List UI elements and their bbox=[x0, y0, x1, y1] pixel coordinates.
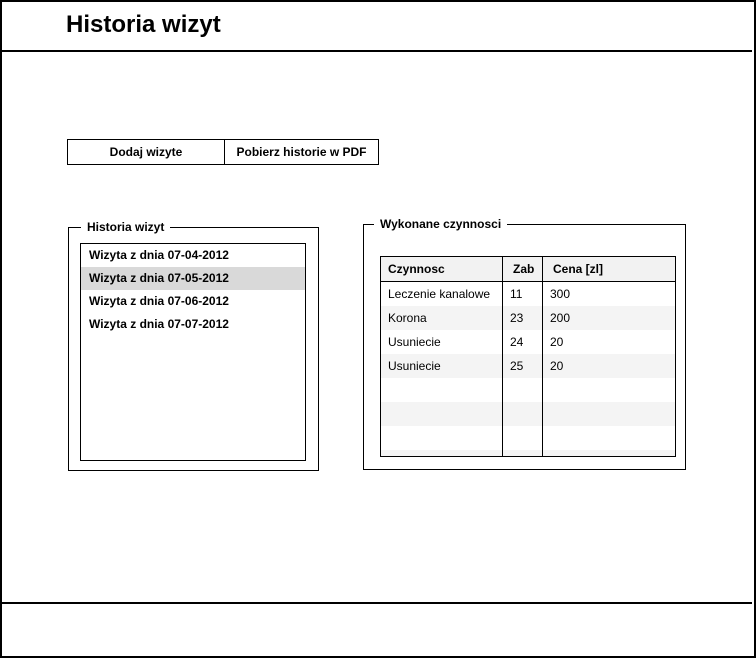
cell-tooth: 25 bbox=[503, 354, 543, 378]
table-row[interactable]: Usuniecie 25 20 bbox=[381, 354, 675, 378]
cell-tooth: 23 bbox=[503, 306, 543, 330]
list-item[interactable]: Wizyta z dnia 07-04-2012 bbox=[81, 244, 305, 267]
cell-procedure: Usuniecie bbox=[381, 330, 503, 354]
column-header-price[interactable]: Cena [zl] bbox=[543, 257, 675, 281]
table-header: Czynnosc Zab Cena [zl] bbox=[381, 257, 675, 282]
page-title: Historia wizyt bbox=[66, 11, 221, 38]
visit-history-list[interactable]: Wizyta z dnia 07-04-2012 Wizyta z dnia 0… bbox=[80, 243, 306, 461]
list-item[interactable]: Wizyta z dnia 07-07-2012 bbox=[81, 313, 305, 336]
page-header: Historia wizyt bbox=[2, 2, 752, 52]
table-row-empty[interactable] bbox=[381, 402, 675, 426]
list-item[interactable]: Wizyta z dnia 07-06-2012 bbox=[81, 290, 305, 313]
table-row-empty[interactable] bbox=[381, 426, 675, 450]
table-row-empty[interactable] bbox=[381, 450, 675, 456]
add-visit-button[interactable]: Dodaj wizyte bbox=[68, 140, 225, 164]
cell-procedure: Leczenie kanalowe bbox=[381, 282, 503, 306]
procedures-title: Wykonane czynnosci bbox=[374, 217, 508, 231]
cell-price: 20 bbox=[550, 359, 564, 373]
visit-history-title: Historia wizyt bbox=[81, 220, 171, 234]
action-toolbar: Dodaj wizyte Pobierz historie w PDF bbox=[67, 139, 379, 165]
list-item[interactable]: Wizyta z dnia 07-05-2012 bbox=[81, 267, 305, 290]
table-row[interactable]: Korona 23 200 bbox=[381, 306, 675, 330]
cell-procedure: Korona bbox=[381, 306, 503, 330]
cell-procedure: Usuniecie bbox=[381, 354, 503, 378]
download-pdf-button[interactable]: Pobierz historie w PDF bbox=[225, 140, 378, 164]
table-row-empty[interactable] bbox=[381, 378, 675, 402]
cell-price: 20 bbox=[550, 335, 564, 349]
page-footer bbox=[2, 602, 752, 656]
column-header-tooth[interactable]: Zab bbox=[503, 257, 543, 281]
cell-price: 200 bbox=[550, 311, 571, 325]
table-row[interactable]: Leczenie kanalowe 11 300 bbox=[381, 282, 675, 306]
cell-price: 300 bbox=[550, 287, 571, 301]
procedures-table: Czynnosc Zab Cena [zl] Leczenie kanalowe… bbox=[380, 256, 676, 457]
cell-tooth: 11 bbox=[503, 282, 543, 306]
cell-tooth: 24 bbox=[503, 330, 543, 354]
table-row[interactable]: Usuniecie 24 20 bbox=[381, 330, 675, 354]
column-header-procedure[interactable]: Czynnosc bbox=[381, 257, 503, 281]
